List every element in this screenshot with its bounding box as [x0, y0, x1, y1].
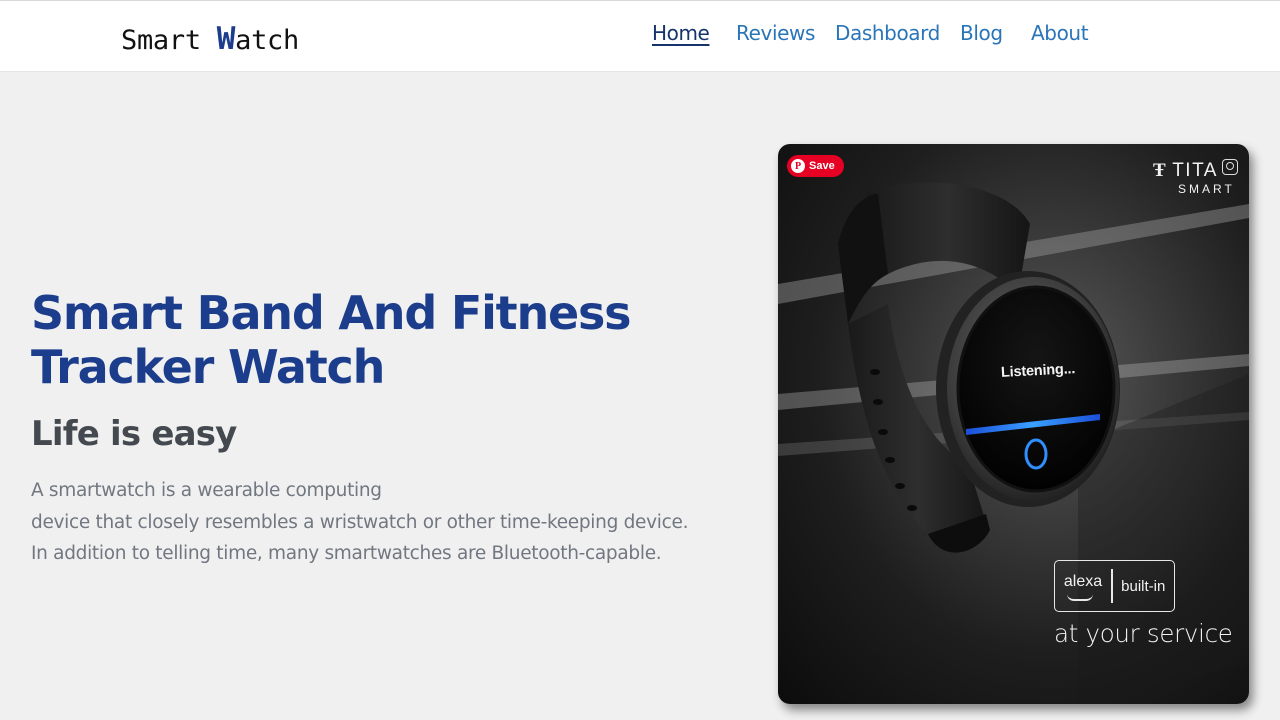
nav-blog-link[interactable]: Blog	[960, 21, 1003, 45]
logo-accent-letter: W	[216, 21, 236, 57]
nav-home-link[interactable]: Home	[652, 21, 710, 45]
top-navbar: Smart Watch Home Reviews Dashboard Blog …	[0, 0, 1280, 72]
product-image: P Save Ŧ TITA SMART Listening... alexa b…	[778, 144, 1249, 704]
hero-title: Smart Band And Fitness Tracker Watch	[31, 286, 632, 394]
titan-logo-icon: Ŧ	[1153, 160, 1168, 181]
hero-subtitle: Life is easy	[31, 414, 237, 454]
brand-subtitle: SMART	[1178, 182, 1235, 196]
logo-prefix: Smart	[121, 25, 217, 56]
site-logo[interactable]: Smart Watch	[121, 21, 299, 57]
save-label: Save	[809, 160, 835, 172]
hero-description-line: In addition to telling time, many smartw…	[31, 543, 662, 564]
alexa-smile-icon	[1067, 594, 1093, 601]
nav-dashboard-link[interactable]: Dashboard	[835, 21, 940, 45]
product-tagline: at your service	[1054, 619, 1233, 648]
visual-search-icon[interactable]	[1222, 159, 1238, 175]
hero-description-line: device that closely resembles a wristwat…	[31, 511, 689, 533]
logo-suffix: atch	[235, 25, 299, 56]
hero-description-line: A smartwatch is a wearable computing	[31, 480, 382, 501]
nav-reviews-link[interactable]: Reviews	[736, 21, 815, 45]
brand-name: TITA	[1172, 160, 1218, 181]
alexa-word: alexa	[1063, 573, 1103, 590]
pinterest-icon: P	[791, 159, 805, 173]
hero-description: A smartwatch is a wearable computing dev…	[31, 475, 731, 570]
pinterest-save-button[interactable]: P Save	[787, 155, 844, 177]
nav-about-link[interactable]: About	[1031, 21, 1089, 45]
alexa-badge: alexa built-in	[1054, 560, 1175, 612]
alexa-built-in-label: built-in	[1121, 577, 1166, 595]
